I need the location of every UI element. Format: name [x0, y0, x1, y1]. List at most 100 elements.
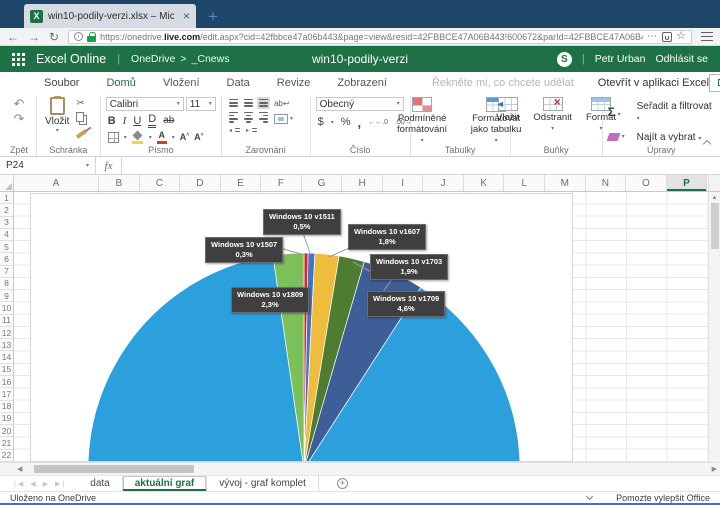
align-middle-icon[interactable] — [242, 97, 255, 109]
row-header-8[interactable]: 8 — [0, 278, 13, 290]
align-center-icon[interactable] — [242, 110, 255, 125]
align-left-icon[interactable] — [227, 110, 240, 125]
formula-input[interactable] — [122, 157, 720, 174]
tell-me-box[interactable]: Řekněte mi, co chcete udělat — [432, 77, 574, 89]
increase-indent-icon[interactable]: ▸ — [246, 126, 259, 135]
sheet-nav-arrows[interactable]: ❘◀ ◀ ▶ ▶❘ — [0, 476, 78, 491]
align-top-icon[interactable] — [227, 97, 240, 109]
column-header-K[interactable]: K — [464, 175, 505, 191]
find-select-button[interactable]: Najít a vybrat ▾ — [637, 132, 715, 143]
feedback-icon[interactable] — [662, 32, 672, 42]
name-box[interactable]: P24▾ — [0, 157, 96, 174]
page-actions-icon[interactable]: ⋯ — [647, 31, 658, 42]
vertical-scrollbar[interactable]: ▲ — [708, 192, 720, 462]
skype-icon[interactable]: S — [557, 52, 572, 67]
fx-icon[interactable]: fx — [96, 157, 122, 174]
row-header-14[interactable]: 14 — [0, 351, 13, 363]
row-header-18[interactable]: 18 — [0, 401, 13, 413]
chart-label-v1511[interactable]: Windows 10 v15110,5% — [263, 209, 341, 235]
column-header-O[interactable]: O — [626, 175, 667, 191]
tab-vlozeni[interactable]: Vložení — [163, 77, 200, 89]
breadcrumb-folder[interactable]: _Cnews — [192, 53, 230, 65]
column-header-D[interactable]: D — [180, 175, 221, 191]
row-header-10[interactable]: 10 — [0, 302, 13, 314]
redo-icon[interactable]: ↷ — [14, 112, 25, 125]
conditional-formatting-button[interactable]: Podmíněné formátování ▾ — [388, 97, 456, 144]
autosum-button[interactable]: Σ ▾ — [608, 105, 625, 119]
column-header-E[interactable]: E — [221, 175, 262, 191]
url-text[interactable]: https://onedrive.live.com/edit.aspx?cid=… — [100, 32, 643, 42]
row-header-15[interactable]: 15 — [0, 364, 13, 376]
copy-icon[interactable] — [76, 112, 84, 122]
column-header-P[interactable]: P — [667, 175, 708, 191]
paste-button[interactable]: Vložit ▾ — [42, 97, 72, 143]
scroll-right-icon[interactable]: ▶ — [712, 465, 717, 473]
tab-zobrazeni[interactable]: Zobrazení — [337, 77, 387, 89]
row-header-2[interactable]: 2 — [0, 204, 13, 216]
vertical-scroll-thumb[interactable] — [711, 203, 719, 249]
tab-revize[interactable]: Revize — [277, 77, 311, 89]
horizontal-scrollbar[interactable]: ◀ ▶ — [0, 462, 720, 475]
chart-label-v1709[interactable]: Windows 10 v17094,6% — [367, 291, 445, 317]
row-header-11[interactable]: 11 — [0, 315, 13, 327]
grow-font-icon[interactable]: A˄ — [180, 133, 189, 142]
column-header-A[interactable]: A — [14, 175, 99, 191]
row-header-12[interactable]: 12 — [0, 327, 13, 339]
align-right-icon[interactable] — [257, 110, 270, 125]
undo-icon[interactable]: ↶ — [14, 97, 25, 110]
column-header-J[interactable]: J — [423, 175, 464, 191]
column-header-H[interactable]: H — [342, 175, 383, 191]
status-chevron-icon[interactable] — [586, 493, 593, 500]
reload-icon[interactable]: ↻ — [49, 31, 59, 43]
share-button[interactable]: ↗Sdílet — [709, 74, 720, 92]
forward-icon[interactable]: → — [28, 31, 40, 43]
column-header-N[interactable]: N — [586, 175, 627, 191]
italic-button[interactable]: I — [123, 116, 127, 127]
tab-domu[interactable]: Domů — [106, 77, 135, 89]
column-header-M[interactable]: M — [545, 175, 586, 191]
scroll-up-icon[interactable]: ▲ — [712, 193, 718, 203]
row-header-4[interactable]: 4 — [0, 229, 13, 241]
site-info-icon[interactable]: i — [74, 32, 83, 41]
chart-label-v1703[interactable]: Windows 10 v17031,9% — [370, 254, 448, 280]
row-header-6[interactable]: 6 — [0, 253, 13, 265]
new-tab-button[interactable]: + — [208, 8, 218, 25]
row-header-21[interactable]: 21 — [0, 437, 13, 449]
pie-chart-object[interactable]: Windows 10 v15110,5% Windows 10 v16071,8… — [30, 193, 573, 462]
back-icon[interactable]: ← — [7, 31, 19, 43]
sign-out-link[interactable]: Odhlásit se — [655, 53, 708, 65]
sheet-area[interactable]: 12345678910111213141516171819202122 Wind… — [0, 192, 720, 462]
column-header-I[interactable]: I — [383, 175, 424, 191]
row-header-3[interactable]: 3 — [0, 217, 13, 229]
delete-cells-button[interactable]: Odstranit▾ — [528, 97, 577, 143]
tab-data[interactable]: Data — [227, 77, 250, 89]
chart-label-v1607[interactable]: Windows 10 v16071,8% — [348, 224, 426, 250]
first-sheet-icon[interactable]: ❘◀ — [12, 480, 23, 488]
document-title[interactable]: win10-podily-verzi — [312, 52, 408, 66]
prev-sheet-icon[interactable]: ◀ — [30, 480, 35, 488]
cut-icon[interactable]: ✂ — [76, 99, 87, 109]
row-header-1[interactable]: 1 — [0, 192, 13, 204]
column-header-C[interactable]: C — [140, 175, 181, 191]
row-header-7[interactable]: 7 — [0, 266, 13, 278]
percent-format-icon[interactable]: % — [341, 117, 351, 128]
browser-tab[interactable]: X win10-podily-verzi.xlsx – Micros × — [24, 4, 196, 28]
chart-label-v1809[interactable]: Windows 10 v18092,3% — [231, 287, 309, 313]
shrink-font-icon[interactable]: A˅ — [194, 133, 203, 142]
row-header-13[interactable]: 13 — [0, 339, 13, 351]
menu-icon[interactable] — [701, 32, 713, 41]
app-name[interactable]: Excel Online — [36, 52, 106, 66]
breadcrumb[interactable]: OneDrive > _Cnews — [131, 53, 229, 65]
row-header-16[interactable]: 16 — [0, 376, 13, 388]
column-header-B[interactable]: B — [99, 175, 140, 191]
underline-button[interactable]: U — [133, 116, 141, 127]
fill-color-icon[interactable] — [132, 132, 144, 144]
horizontal-scroll-thumb[interactable] — [34, 465, 194, 473]
bookmark-star-icon[interactable]: ☆ — [676, 31, 686, 42]
insert-cells-button[interactable]: Vložit▾ — [491, 97, 524, 143]
sort-filter-button[interactable]: Seřadit a filtrovat ▾ — [637, 101, 715, 123]
user-name[interactable]: Petr Urban — [595, 53, 646, 65]
font-family-select[interactable]: Calibri▾ — [106, 97, 184, 111]
next-sheet-icon[interactable]: ▶ — [43, 480, 48, 488]
double-underline-button[interactable]: D — [148, 114, 156, 128]
